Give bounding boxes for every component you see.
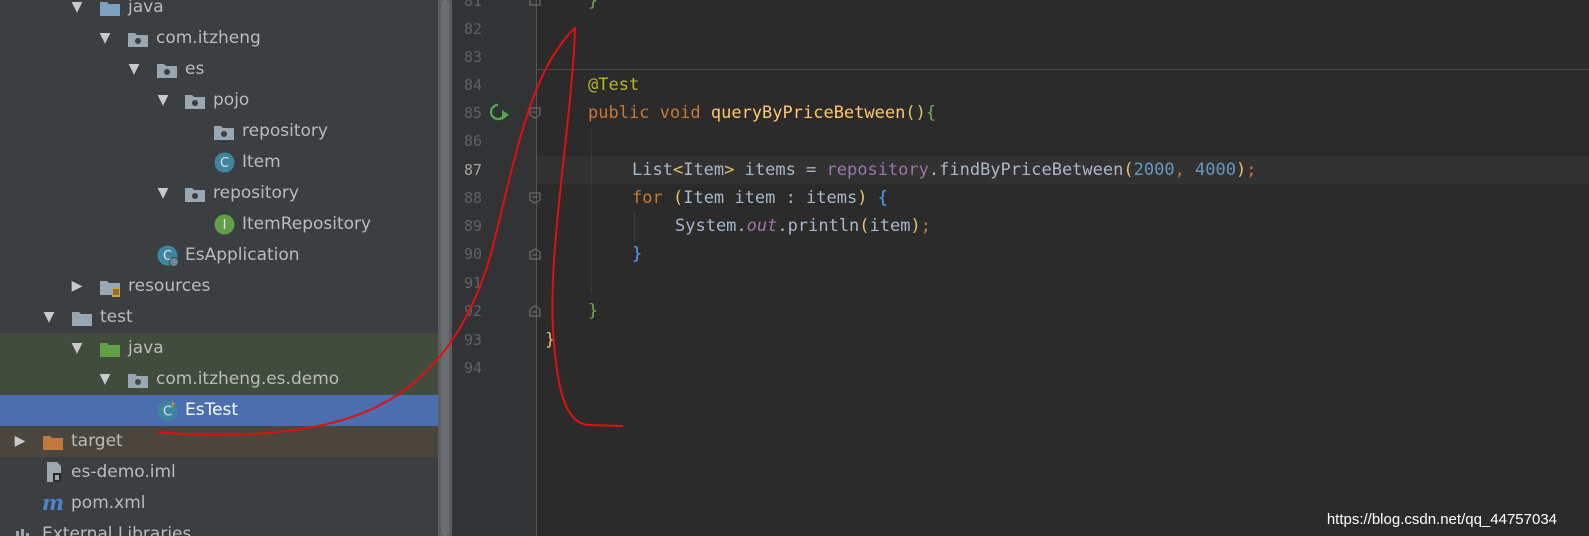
tree-item-java-main[interactable]: ▼ java (0, 0, 438, 23)
line-number: 86 (463, 132, 482, 150)
package-folder-icon (128, 33, 148, 47)
tree-item-external-libraries[interactable]: External Libraries (0, 519, 438, 536)
libraries-icon (16, 529, 29, 536)
class-icon: C (214, 152, 235, 173)
svg-text:m: m (42, 492, 64, 514)
svg-text:C: C (163, 405, 172, 420)
line-number: 81 (463, 0, 482, 10)
tree-item-target[interactable]: ▶ target (0, 426, 438, 457)
package-folder-icon (157, 64, 177, 78)
tree-item-com-itzheng[interactable]: ▼ com.itzheng (0, 23, 438, 54)
fold-end-icon[interactable] (529, 248, 541, 260)
expanded-arrow-icon[interactable]: ▼ (126, 54, 142, 85)
line-number: 83 (463, 48, 482, 66)
code-line-89[interactable]: System.out.println(item); (675, 212, 931, 240)
tree-item-item-class[interactable]: C Item (0, 147, 438, 178)
watermark: https://blog.csdn.net/qq_44757034 (1326, 511, 1557, 528)
expanded-arrow-icon[interactable]: ▼ (97, 23, 113, 54)
code-line-87[interactable]: List<Item> items = repository.findByPric… (632, 156, 1257, 184)
line-number: 94 (463, 359, 482, 377)
package-folder-icon (128, 374, 148, 388)
tree-item-pojo-repository[interactable]: repository (0, 116, 438, 147)
fold-end-icon[interactable] (529, 0, 541, 6)
line-number: 85 (463, 104, 482, 122)
tree-scrollbar-thumb[interactable] (441, 0, 449, 536)
test-class-icon: C (157, 401, 178, 421)
indent-guide (634, 212, 635, 242)
line-number-current: 87 (463, 161, 482, 179)
svg-text:C: C (220, 156, 229, 171)
line-number: 82 (463, 20, 482, 38)
fold-start-icon[interactable] (529, 107, 541, 119)
tree-item-resources[interactable]: ▶ resources (0, 271, 438, 302)
expanded-arrow-icon[interactable]: ▼ (155, 85, 171, 116)
line-number: 91 (463, 274, 482, 292)
code-line-81[interactable]: } (588, 0, 598, 15)
tree-item-es-application[interactable]: C EsApplication (0, 240, 438, 271)
line-number: 84 (463, 76, 482, 94)
code-line-85[interactable]: public void queryByPriceBetween(){ (588, 99, 936, 127)
svg-text:I: I (223, 218, 227, 233)
method-separator (537, 69, 1589, 70)
code-line-93[interactable]: } (545, 326, 555, 354)
tree-item-es-demo-iml[interactable]: es-demo.iml (0, 457, 438, 488)
test-source-folder-icon (100, 343, 120, 357)
tree-item-java-test[interactable]: ▼ java (0, 333, 438, 364)
code-line-88[interactable]: for (Item item : items) { (632, 184, 888, 212)
tree-scrollbar[interactable] (438, 0, 452, 536)
interface-icon: I (214, 214, 235, 235)
tree-item-item-repository[interactable]: I ItemRepository (0, 209, 438, 240)
expanded-arrow-icon[interactable]: ▼ (69, 0, 85, 23)
code-line-84[interactable]: @Test (588, 71, 639, 99)
tree-item-test[interactable]: ▼ test (0, 302, 438, 333)
tree-item-es[interactable]: ▼ es (0, 54, 438, 85)
spring-boot-class-icon: C (157, 245, 179, 267)
maven-icon: m (42, 492, 64, 514)
run-test-icon[interactable] (489, 103, 511, 123)
tree-item-com-itzheng-es-demo[interactable]: ▼ com.itzheng.es.demo (0, 364, 438, 395)
line-number: 90 (463, 245, 482, 263)
line-number: 88 (463, 189, 482, 207)
folder-icon (72, 312, 92, 326)
package-folder-icon (185, 188, 205, 202)
code-line-90[interactable]: } (632, 240, 642, 268)
tree-item-pojo[interactable]: ▼ pojo (0, 85, 438, 116)
package-folder-icon (185, 95, 205, 109)
line-number: 89 (463, 217, 482, 235)
resources-folder-icon (100, 281, 120, 297)
expanded-arrow-icon[interactable]: ▼ (97, 364, 113, 395)
expanded-arrow-icon[interactable]: ▼ (69, 333, 85, 364)
package-folder-icon (214, 126, 234, 140)
project-tree-panel[interactable]: ▼ java ▼ com.itzheng ▼ es ▼ pojo reposit… (0, 0, 438, 536)
code-line-92[interactable]: } (588, 297, 598, 325)
tree-item-repository[interactable]: ▼ repository (0, 178, 438, 209)
indent-guide (591, 128, 592, 294)
expanded-arrow-icon[interactable]: ▼ (41, 302, 57, 333)
collapsed-arrow-icon[interactable]: ▶ (12, 426, 28, 457)
fold-end-icon[interactable] (529, 305, 541, 317)
tree-item-estest[interactable]: C EsTest (0, 395, 438, 426)
fold-start-icon[interactable] (529, 192, 541, 204)
source-folder-icon (100, 2, 120, 16)
expanded-arrow-icon[interactable]: ▼ (155, 178, 171, 209)
line-number: 92 (463, 302, 482, 320)
line-number: 93 (463, 331, 482, 349)
module-file-icon (47, 462, 61, 482)
tree-item-pom-xml[interactable]: m pom.xml (0, 488, 438, 519)
excluded-folder-icon (43, 436, 63, 450)
collapsed-arrow-icon[interactable]: ▶ (69, 271, 85, 302)
